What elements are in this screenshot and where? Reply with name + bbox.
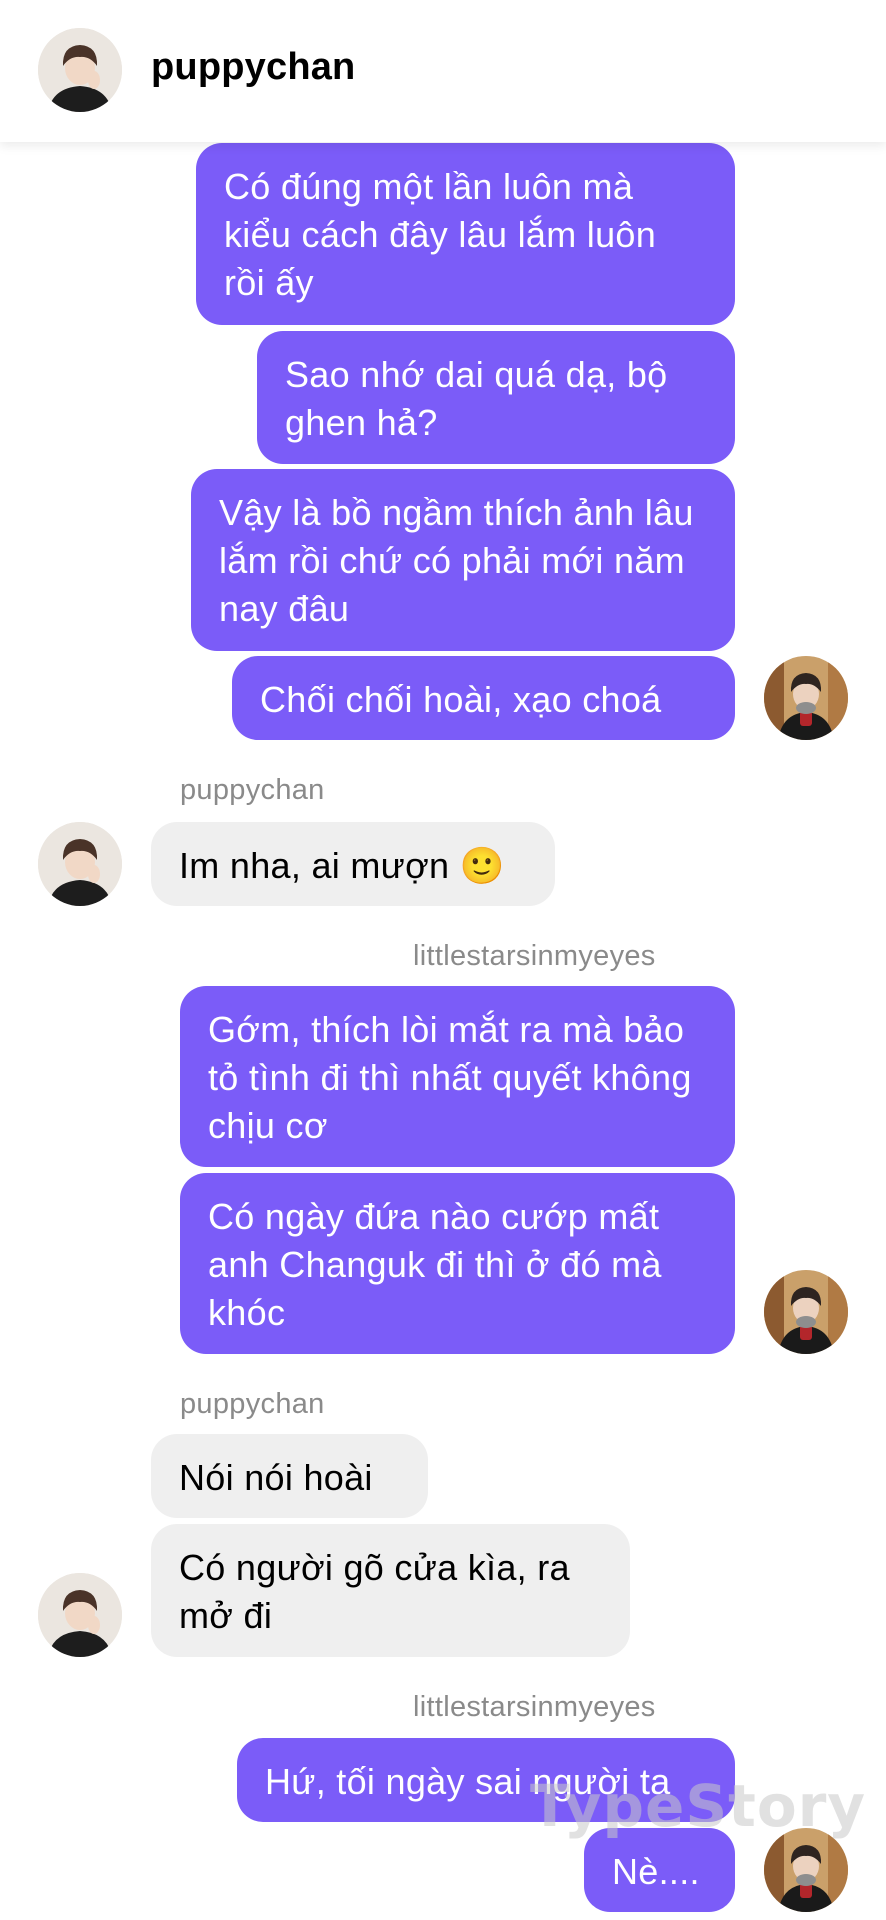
message-sent[interactable]: Vậy là bồ ngầm thích ảnh lâu lắm rồi chứ… xyxy=(191,469,735,651)
sender-name: littlestarsinmyeyes xyxy=(413,1691,656,1723)
sender-name: littlestarsinmyeyes xyxy=(413,940,656,972)
message-received[interactable]: Nói nói hoài xyxy=(151,1434,428,1518)
contact-avatar[interactable] xyxy=(38,28,122,112)
watermark: TypeStory xyxy=(530,1772,867,1840)
contact-username[interactable]: puppychan xyxy=(151,46,355,89)
message-sent[interactable]: Sao nhớ dai quá dạ, bộ ghen hả? xyxy=(257,331,735,464)
message-received[interactable]: Có người gõ cửa kìa, ra mở đi xyxy=(151,1524,630,1657)
message-sent[interactable]: Nè.... xyxy=(584,1828,735,1912)
contact-avatar[interactable] xyxy=(38,822,122,906)
message-sent[interactable]: Chối chối hoài, xạo choá xyxy=(232,656,735,740)
message-sent[interactable]: Có ngày đứa nào cướp mất anh Changuk đi … xyxy=(180,1173,735,1354)
sender-name: puppychan xyxy=(180,774,325,806)
message-sent[interactable]: Có đúng một lần luôn mà kiểu cách đây lâ… xyxy=(196,143,735,325)
sender-name: puppychan xyxy=(180,1388,325,1420)
message-sent[interactable]: Gớm, thích lòi mắt ra mà bảo tỏ tình đi … xyxy=(180,986,735,1167)
contact-avatar[interactable] xyxy=(38,1573,122,1657)
user-avatar[interactable] xyxy=(764,1828,848,1912)
chat-header: puppychan xyxy=(0,0,886,142)
user-avatar[interactable] xyxy=(764,656,848,740)
message-received[interactable]: Im nha, ai mượn 🙂 xyxy=(151,822,555,906)
user-avatar[interactable] xyxy=(764,1270,848,1354)
